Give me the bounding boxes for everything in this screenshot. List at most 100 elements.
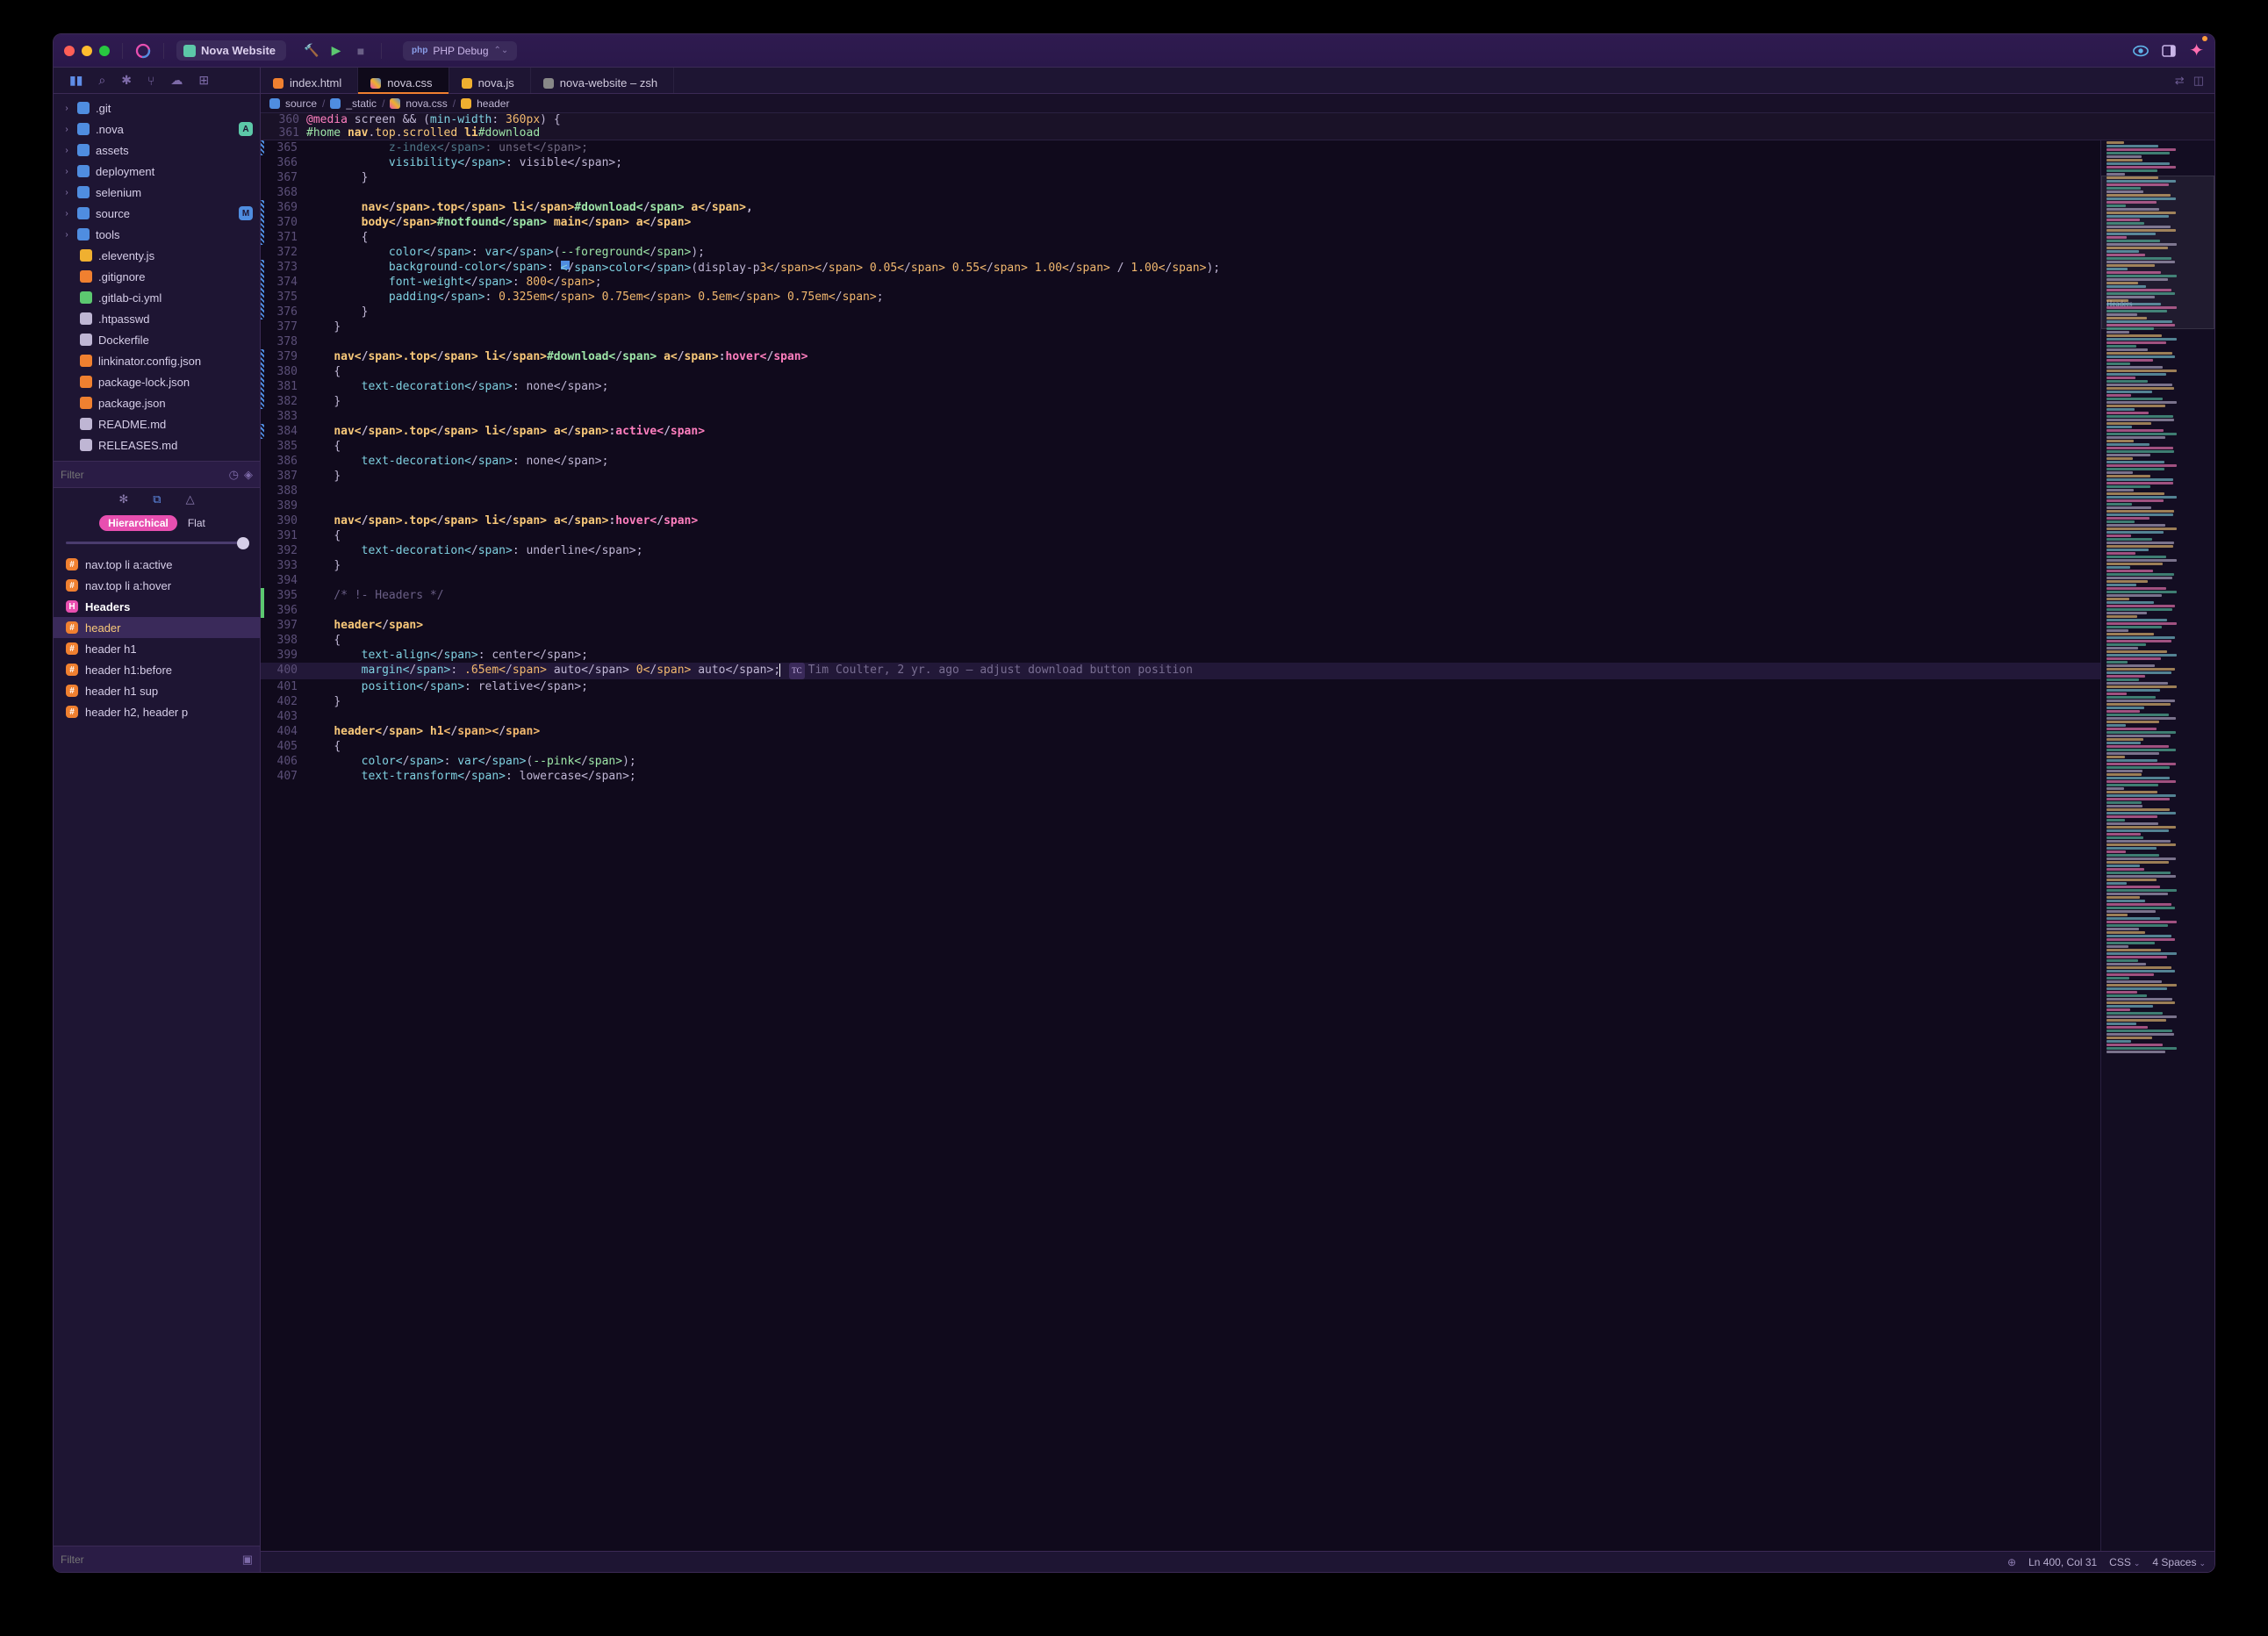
sticky-scroll[interactable]: 360 @media screen && (min-width: 360px) … bbox=[261, 113, 2214, 140]
project-tab[interactable]: Nova Website bbox=[176, 40, 286, 61]
stop-icon[interactable]: ■ bbox=[353, 43, 369, 59]
status-indent[interactable]: 4 Spaces⌄ bbox=[2152, 1556, 2206, 1568]
file-row[interactable]: .htpasswd bbox=[54, 308, 260, 329]
symbol-structure-icon[interactable]: ⧉ bbox=[153, 492, 161, 506]
build-icon[interactable]: 🔨 bbox=[304, 43, 319, 59]
crumb[interactable]: header bbox=[477, 97, 509, 110]
code-line[interactable]: 386 text-decoration</span>: none</span>; bbox=[261, 454, 2100, 469]
zoom-button[interactable] bbox=[99, 46, 110, 56]
crumb[interactable]: nova.css bbox=[406, 97, 447, 110]
code-line[interactable]: 380 { bbox=[261, 364, 2100, 379]
file-row[interactable]: .eleventy.js bbox=[54, 245, 260, 266]
close-button[interactable] bbox=[64, 46, 75, 56]
code-line[interactable]: 375 padding</span>: 0.325em</span> 0.75e… bbox=[261, 290, 2100, 305]
file-row[interactable]: RELEASES.md bbox=[54, 434, 260, 456]
folder-row[interactable]: ›tools bbox=[54, 224, 260, 245]
code-line[interactable]: 390 nav</span>.top</span> li</span> a</s… bbox=[261, 513, 2100, 528]
symbol-row[interactable]: #nav.top li a:active bbox=[54, 554, 260, 575]
editor-tab[interactable]: nova-website – zsh bbox=[531, 68, 674, 93]
filetree-filter-input[interactable] bbox=[61, 469, 224, 481]
file-tree[interactable]: ›.git›.novaA›assets›deployment›selenium›… bbox=[54, 94, 260, 461]
minimize-button[interactable] bbox=[82, 46, 92, 56]
code-line[interactable]: 403 bbox=[261, 709, 2100, 724]
code-line[interactable]: 397 header</span> bbox=[261, 618, 2100, 633]
code-line[interactable]: 388 bbox=[261, 484, 2100, 499]
symbol-row[interactable]: #header bbox=[54, 617, 260, 638]
code-line[interactable]: 400 margin</span>: .65em</span> auto</sp… bbox=[261, 663, 2100, 679]
breadcrumbs[interactable]: source / _static / nova.css / header bbox=[261, 94, 2214, 113]
run-icon[interactable]: ▶ bbox=[328, 43, 344, 59]
symbol-row[interactable]: #header h1:before bbox=[54, 659, 260, 680]
editor-tab[interactable]: nova.css bbox=[358, 68, 449, 93]
code-line[interactable]: 365 z-index</span>: unset</span>; bbox=[261, 140, 2100, 155]
status-language[interactable]: CSS⌄ bbox=[2109, 1556, 2140, 1568]
file-row[interactable]: README.md bbox=[54, 413, 260, 434]
search-icon[interactable]: ⌕ bbox=[98, 73, 105, 88]
code-line[interactable]: 391 { bbox=[261, 528, 2100, 543]
folder-row[interactable]: ›sourceM bbox=[54, 203, 260, 224]
split-icon[interactable]: ◫ bbox=[2193, 74, 2204, 88]
code-line[interactable]: 383 bbox=[261, 409, 2100, 424]
code-line[interactable]: 405 { bbox=[261, 739, 2100, 754]
code-line[interactable]: 371 { bbox=[261, 230, 2100, 245]
code-line[interactable]: 404 header</span> h1</span></span> bbox=[261, 724, 2100, 739]
crumb[interactable]: source bbox=[285, 97, 317, 110]
view-flat[interactable]: Flat bbox=[179, 515, 214, 531]
code-line[interactable]: 402 } bbox=[261, 694, 2100, 709]
code-line[interactable]: 406 color</span>: var</span>(--pink</spa… bbox=[261, 754, 2100, 769]
preview-eye-icon[interactable] bbox=[2133, 43, 2149, 59]
code-line[interactable]: 395 /* !- Headers */ bbox=[261, 588, 2100, 603]
code-line[interactable]: 366 visibility</span>: visible</span>; bbox=[261, 155, 2100, 170]
code-line[interactable]: 374 font-weight</span>: 800</span>; bbox=[261, 275, 2100, 290]
code-line[interactable]: 385 { bbox=[261, 439, 2100, 454]
folder-row[interactable]: ›selenium bbox=[54, 182, 260, 203]
crumb[interactable]: _static bbox=[346, 97, 377, 110]
sync-icon[interactable]: ⇄ bbox=[2175, 74, 2185, 88]
symbol-warning-icon[interactable]: △ bbox=[186, 492, 195, 506]
code-line[interactable]: 373 background-color</span>: </span>colo… bbox=[261, 260, 2100, 275]
editor-tab[interactable]: nova.js bbox=[449, 68, 531, 93]
code-line[interactable]: 379 nav</span>.top</span> li</span>#down… bbox=[261, 349, 2100, 364]
code-editor[interactable]: 365 z-index</span>: unset</span>;366 vis… bbox=[261, 140, 2100, 1551]
file-row[interactable]: .gitlab-ci.yml bbox=[54, 287, 260, 308]
code-line[interactable]: 376 } bbox=[261, 305, 2100, 319]
clock-icon[interactable]: ◷ bbox=[229, 468, 239, 482]
code-line[interactable]: 398 { bbox=[261, 633, 2100, 648]
scm-icon[interactable]: ⑂ bbox=[147, 74, 154, 88]
symbol-row[interactable]: #nav.top li a:hover bbox=[54, 575, 260, 596]
code-line[interactable]: 394 bbox=[261, 573, 2100, 588]
code-line[interactable]: 393 } bbox=[261, 558, 2100, 573]
code-line[interactable]: 407 text-transform</span>: lowercase</sp… bbox=[261, 769, 2100, 784]
code-line[interactable]: 370 body</span>#notfound</span> main</sp… bbox=[261, 215, 2100, 230]
file-row[interactable]: linkinator.config.json bbox=[54, 350, 260, 371]
code-line[interactable]: 401 position</span>: relative</span>; bbox=[261, 679, 2100, 694]
symbol-sparkle-icon[interactable]: ✻ bbox=[118, 492, 128, 506]
symbols-list[interactable]: #nav.top li a:active#nav.top li a:hoverH… bbox=[54, 554, 260, 1546]
file-row[interactable]: .gitignore bbox=[54, 266, 260, 287]
code-line[interactable]: 378 bbox=[261, 334, 2100, 349]
scm-filter-icon[interactable]: ◈ bbox=[244, 468, 253, 482]
symbol-row[interactable]: #header h1 sup bbox=[54, 680, 260, 701]
folder-row[interactable]: ›deployment bbox=[54, 161, 260, 182]
cloud-icon[interactable]: ☁ bbox=[170, 73, 183, 88]
symbols-filter-target-icon[interactable]: ▣ bbox=[242, 1553, 253, 1567]
file-row[interactable]: package-lock.json bbox=[54, 371, 260, 392]
folder-row[interactable]: ›.git bbox=[54, 97, 260, 118]
debug-scheme-selector[interactable]: php PHP Debug ⌃⌄ bbox=[403, 41, 517, 61]
file-row[interactable]: Dockerfile bbox=[54, 329, 260, 350]
panel-layout-icon[interactable] bbox=[2161, 43, 2177, 59]
symbols-depth-slider[interactable] bbox=[54, 535, 260, 554]
symbol-row[interactable]: #header h2, header p bbox=[54, 701, 260, 722]
files-icon[interactable]: ▮▮ bbox=[69, 73, 83, 88]
status-target-icon[interactable]: ⊕ bbox=[2007, 1556, 2016, 1568]
symbol-row[interactable]: HHeaders bbox=[54, 596, 260, 617]
code-line[interactable]: 382 } bbox=[261, 394, 2100, 409]
editor-tab[interactable]: index.html bbox=[261, 68, 358, 93]
code-line[interactable]: 381 text-decoration</span>: none</span>; bbox=[261, 379, 2100, 394]
slider-knob[interactable] bbox=[237, 537, 249, 549]
code-line[interactable]: 368 bbox=[261, 185, 2100, 200]
symbols-filter-input[interactable] bbox=[61, 1553, 237, 1566]
code-line[interactable]: 377 } bbox=[261, 319, 2100, 334]
view-hierarchical[interactable]: Hierarchical bbox=[99, 515, 177, 531]
symbol-row[interactable]: #header h1 bbox=[54, 638, 260, 659]
